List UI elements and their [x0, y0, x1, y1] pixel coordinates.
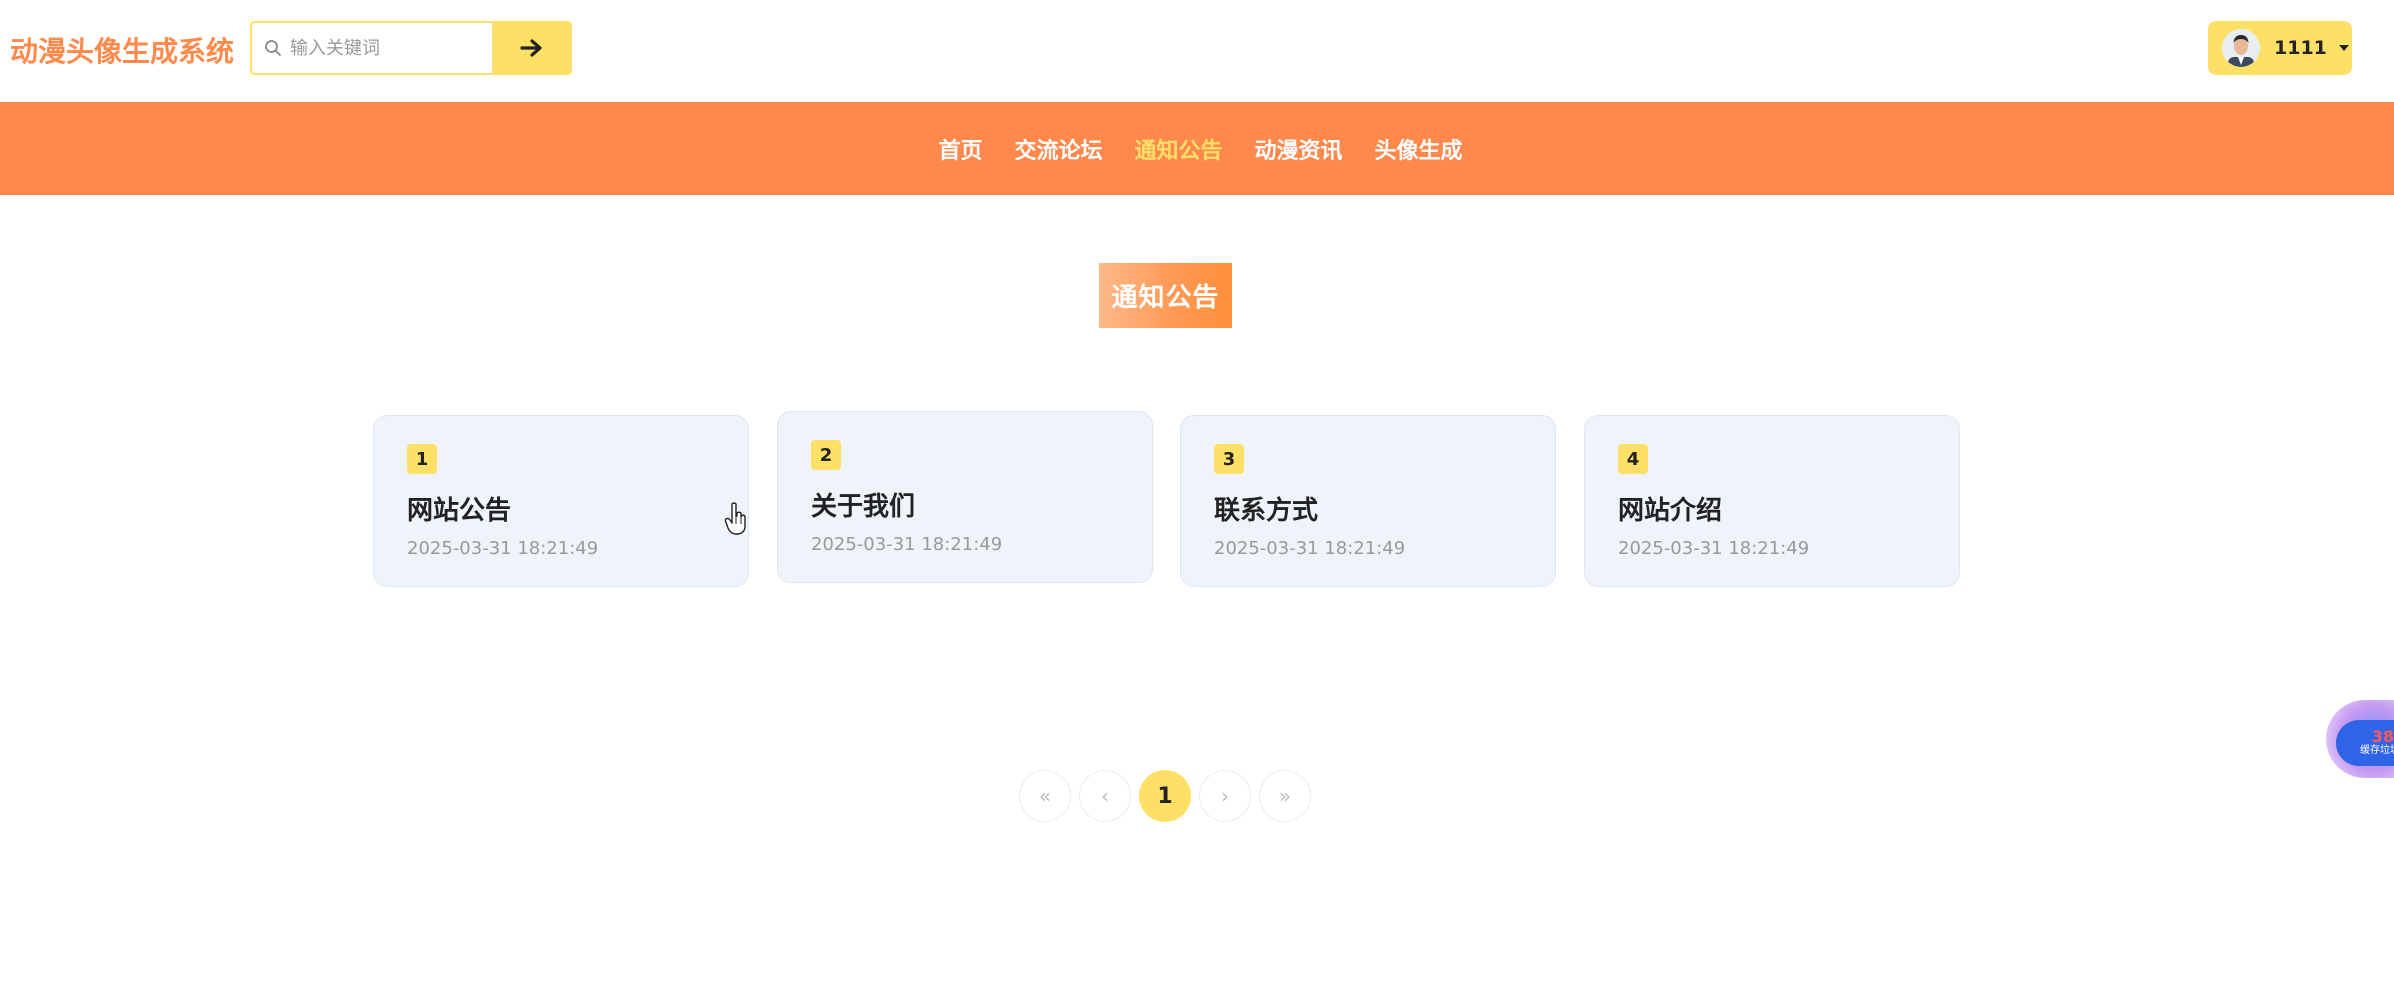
- notice-date: 2025-03-31 18:21:49: [407, 538, 599, 559]
- search-icon: [262, 37, 284, 59]
- page: 动漫头像生成系统 输入关键词 1111 首页 交流论坛 通知公告 动漫资讯 头像…: [0, 0, 2394, 983]
- widget-count: 38: [2371, 727, 2394, 746]
- header: 动漫头像生成系统 输入关键词 1111: [0, 0, 2394, 102]
- user-name: 1111: [2274, 37, 2327, 59]
- pagination: « ‹ 1 › »: [0, 770, 2394, 822]
- notice-number: 3: [1214, 444, 1244, 474]
- next-page-button[interactable]: ›: [1199, 770, 1251, 822]
- page-button-current[interactable]: 1: [1139, 770, 1191, 822]
- floating-cleaner-widget[interactable]: 38 缓存垃圾: [2326, 700, 2394, 778]
- last-page-button[interactable]: »: [1259, 770, 1311, 822]
- notice-card[interactable]: 1 网站公告 2025-03-31 18:21:49: [373, 415, 749, 587]
- main-nav: 首页 交流论坛 通知公告 动漫资讯 头像生成: [0, 102, 2394, 195]
- nav-item-avatar-generate[interactable]: 头像生成: [1375, 133, 1463, 165]
- notice-date: 2025-03-31 18:21:49: [1618, 538, 1810, 559]
- notice-date: 2025-03-31 18:21:49: [1214, 538, 1406, 559]
- user-menu[interactable]: 1111: [2208, 21, 2352, 75]
- first-page-button[interactable]: «: [1019, 770, 1071, 822]
- notice-card[interactable]: 3 联系方式 2025-03-31 18:21:49: [1180, 415, 1556, 587]
- notice-number: 1: [407, 444, 437, 474]
- search-input[interactable]: [290, 37, 490, 59]
- prev-page-button[interactable]: ‹: [1079, 770, 1131, 822]
- notice-date: 2025-03-31 18:21:49: [811, 534, 1003, 555]
- caret-down-icon: [2338, 45, 2349, 51]
- section-title: 通知公告: [1099, 263, 1232, 328]
- notice-title: 网站公告: [407, 496, 512, 526]
- search-field[interactable]: [250, 21, 492, 75]
- search-button[interactable]: [492, 21, 572, 75]
- site-logo[interactable]: 动漫头像生成系统: [10, 30, 234, 70]
- hand-cursor-icon: [724, 502, 746, 535]
- nav-item-home[interactable]: 首页: [938, 133, 982, 165]
- nav-item-notice[interactable]: 通知公告: [1134, 133, 1222, 165]
- avatar: [2222, 29, 2260, 67]
- notice-title: 联系方式: [1214, 496, 1319, 526]
- notice-card[interactable]: 4 网站介绍 2025-03-31 18:21:49: [1584, 415, 1960, 587]
- arrow-right-icon: [520, 39, 542, 57]
- notice-number: 4: [1618, 444, 1648, 474]
- notice-card[interactable]: 2 关于我们 2025-03-31 18:21:49: [777, 411, 1153, 583]
- notice-number: 2: [811, 440, 841, 470]
- section-title-text: 通知公告: [1111, 283, 1220, 313]
- search-bar: [250, 21, 572, 75]
- nav-item-forum[interactable]: 交流论坛: [1014, 133, 1102, 165]
- nav-items: 首页 交流论坛 通知公告 动漫资讯 头像生成: [938, 133, 1462, 165]
- notice-title: 关于我们: [811, 492, 916, 522]
- nav-item-news[interactable]: 动漫资讯: [1255, 133, 1343, 165]
- notice-title: 网站介绍: [1618, 496, 1723, 526]
- floating-widget-badge: 38 缓存垃圾: [2336, 720, 2394, 766]
- widget-label: 缓存垃圾: [2360, 745, 2394, 756]
